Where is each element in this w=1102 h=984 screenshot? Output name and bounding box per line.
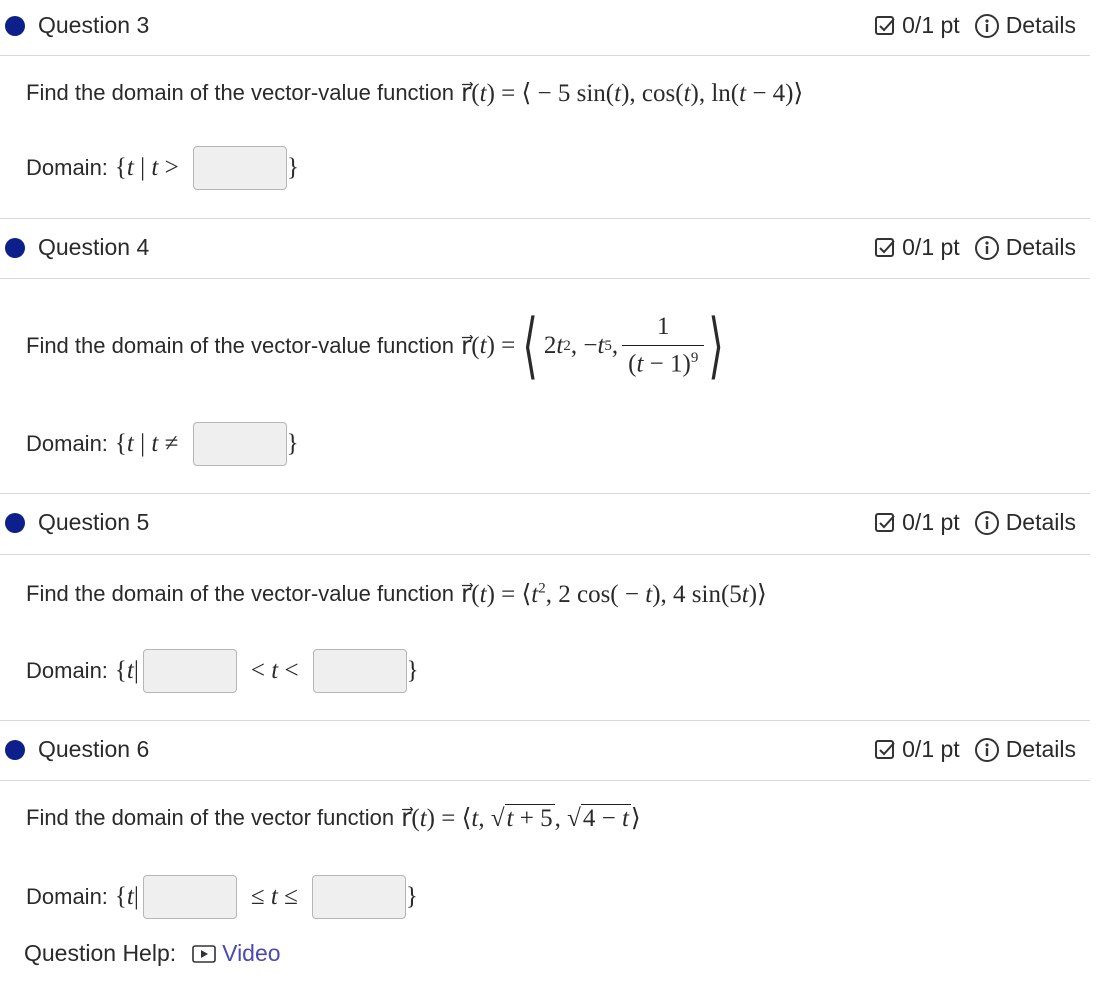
question-prompt: Find the domain of the vector-value func… — [26, 298, 724, 394]
divider — [0, 720, 1090, 721]
formula: r⃗(t) = ⟨t2, 2 cos( − t), 4 sin(5t)⟩ — [461, 580, 767, 608]
prompt-text: Find the domain of the vector-value func… — [26, 581, 455, 606]
checkbox-icon — [875, 512, 895, 532]
domain-label: Domain: — [26, 431, 108, 456]
question-4-header: Question 4 0/1 pt Details — [0, 222, 1090, 278]
question-meta: 0/1 pt Details — [874, 12, 1076, 39]
info-icon[interactable] — [974, 235, 1000, 261]
prompt-text: Find the domain of the vector function — [26, 805, 395, 830]
details-link[interactable]: Details — [1006, 234, 1076, 261]
question-help: Question Help: Video — [24, 940, 281, 967]
points-label: 0/1 pt — [902, 509, 960, 535]
domain-row: Domain: {t| ≤ t ≤ } — [26, 875, 418, 919]
domain-row: Domain: {t | t > } — [26, 146, 299, 190]
domain-label: Domain: — [26, 884, 108, 909]
domain-math: {t| — [114, 657, 139, 684]
lower-bound-input[interactable] — [142, 875, 237, 919]
checkbox-icon — [875, 237, 895, 257]
domain-math: {t | t > — [114, 154, 185, 181]
inequality: ≤ t ≤ — [250, 883, 298, 910]
formula: r⃗(t) = ⟨t, √ t + 5, √ 4 − t ⟩ — [401, 804, 641, 832]
play-icon — [192, 944, 216, 963]
question-6-header: Question 6 0/1 pt Details — [0, 724, 1090, 780]
video-link[interactable]: Video — [192, 940, 281, 967]
status-dot — [5, 238, 25, 258]
details-link[interactable]: Details — [1006, 509, 1076, 536]
divider — [0, 218, 1090, 219]
question-title: Question 5 — [38, 509, 150, 535]
status-dot — [5, 16, 25, 36]
points-label: 0/1 pt — [902, 12, 960, 38]
domain-label: Domain: — [26, 155, 108, 180]
divider — [0, 278, 1090, 279]
lower-bound-input[interactable] — [142, 649, 237, 693]
answer-input[interactable] — [192, 146, 287, 190]
divider — [0, 493, 1090, 494]
domain-row: Domain: {t| < t < } — [26, 649, 419, 693]
info-icon[interactable] — [974, 13, 1000, 39]
domain-math: {t | t ≠ — [114, 430, 185, 457]
question-title: Question 3 — [38, 12, 150, 38]
question-meta: 0/1 pt Details — [874, 509, 1076, 536]
status-dot — [5, 740, 25, 760]
question-title: Question 4 — [38, 234, 150, 260]
question-prompt: Find the domain of the vector-value func… — [26, 579, 767, 609]
answer-input[interactable] — [192, 422, 287, 466]
inequality: < t < — [250, 657, 299, 684]
domain-close: } — [286, 154, 299, 181]
status-dot — [5, 513, 25, 533]
upper-bound-input[interactable] — [311, 875, 406, 919]
help-label: Question Help: — [24, 940, 177, 966]
domain-label: Domain: — [26, 658, 108, 683]
prompt-text: Find the domain of the vector-value func… — [26, 80, 455, 105]
question-title: Question 6 — [38, 736, 150, 762]
question-3-header: Question 3 0/1 pt Details — [0, 0, 1090, 56]
domain-close: } — [406, 657, 419, 684]
details-link[interactable]: Details — [1006, 12, 1076, 39]
question-meta: 0/1 pt Details — [874, 736, 1076, 763]
prompt-text: Find the domain of the vector-value func… — [26, 333, 455, 358]
question-prompt: Find the domain of the vector function r… — [26, 803, 641, 833]
domain-close: } — [405, 883, 418, 910]
info-icon[interactable] — [974, 510, 1000, 536]
divider — [0, 780, 1090, 781]
formula: r⃗(t) = ⟨ 2t2, − t5, 1 (t − 1)9 ⟩ — [461, 306, 725, 386]
upper-bound-input[interactable] — [312, 649, 407, 693]
details-link[interactable]: Details — [1006, 736, 1076, 763]
domain-close: } — [286, 430, 299, 457]
divider — [0, 55, 1090, 56]
domain-math: {t| — [114, 883, 139, 910]
formula: r⃗(t) = ⟨ − 5 sin(t), cos(t), ln(t − 4)⟩ — [461, 80, 804, 107]
question-5-header: Question 5 0/1 pt Details — [0, 497, 1090, 553]
info-icon[interactable] — [974, 737, 1000, 763]
points-label: 0/1 pt — [902, 234, 960, 260]
checkbox-icon — [875, 15, 895, 35]
checkbox-icon — [875, 739, 895, 759]
divider — [0, 554, 1090, 555]
domain-row: Domain: {t | t ≠ } — [26, 422, 299, 466]
question-prompt: Find the domain of the vector-value func… — [26, 78, 803, 108]
question-meta: 0/1 pt Details — [874, 234, 1076, 261]
video-label[interactable]: Video — [222, 940, 280, 967]
points-label: 0/1 pt — [902, 736, 960, 762]
